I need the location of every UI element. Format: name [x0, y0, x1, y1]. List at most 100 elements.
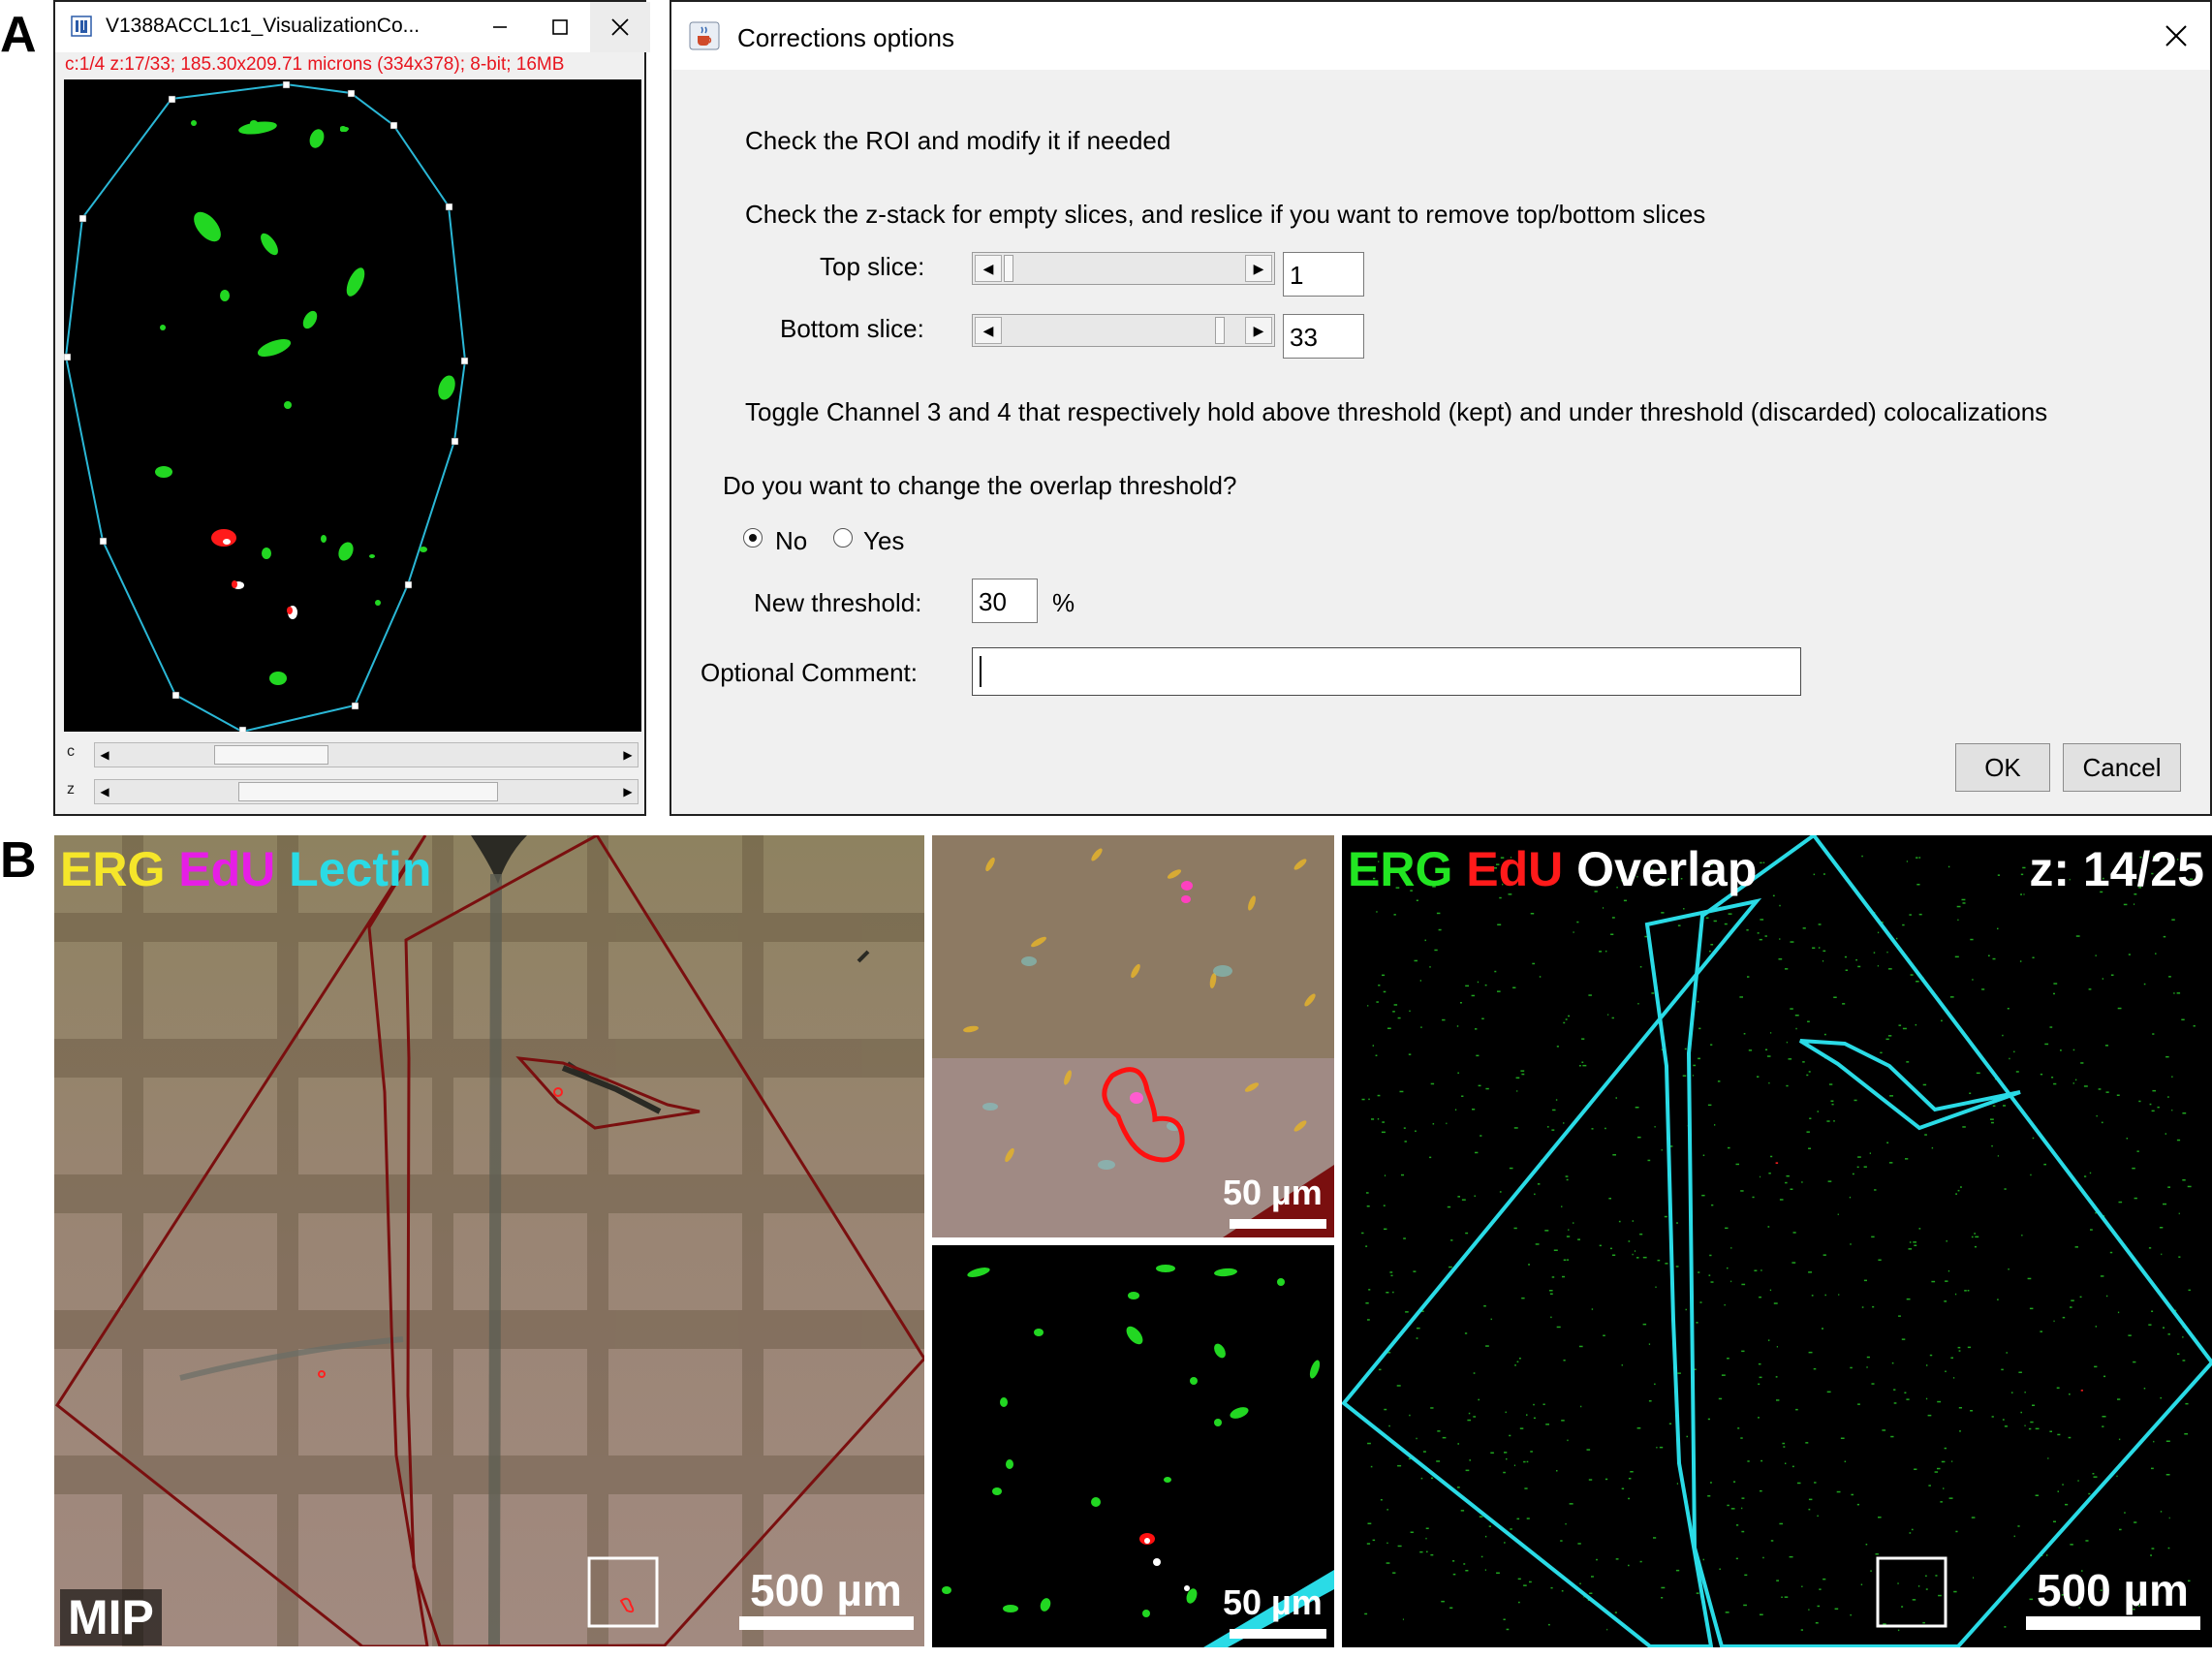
- radio-no[interactable]: [743, 528, 763, 548]
- bottom-slice-field[interactable]: 33: [1283, 314, 1364, 359]
- erg-dot: [2178, 1212, 2180, 1215]
- dialog-close-button[interactable]: [2142, 2, 2210, 70]
- z-slider[interactable]: ◀ ▶: [94, 779, 639, 804]
- erg-dot: [1957, 919, 1959, 922]
- channel-slider[interactable]: ◀ ▶: [94, 742, 639, 767]
- erg-dot: [1441, 1600, 1445, 1603]
- radio-yes[interactable]: [833, 528, 853, 548]
- image-window[interactable]: V1388ACCL1c1_VisualizationCo... c:1/4 z:…: [53, 0, 650, 816]
- mip-scalebar-text: 500 µm: [750, 1565, 902, 1615]
- erg-dot: [1817, 1515, 1819, 1518]
- dialog-titlebar[interactable]: Corrections options: [671, 2, 2210, 70]
- erg-dot: [1724, 923, 1728, 925]
- erg-dot: [1967, 1346, 1971, 1349]
- erg-dot: [1873, 952, 1876, 954]
- top-slice-thumb[interactable]: [1004, 255, 1013, 282]
- zoom-top-scalebar-text: 50 µm: [1223, 1173, 1323, 1212]
- roi-handles[interactable]: [63, 80, 469, 735]
- scroll-left-arrow[interactable]: ◀: [95, 743, 114, 767]
- cancel-button[interactable]: Cancel: [2063, 743, 2181, 792]
- overlap-graphic: [1342, 835, 2212, 1647]
- scroll-left-arrow[interactable]: ◀: [95, 780, 114, 803]
- top-slice-field[interactable]: 1: [1283, 252, 1364, 297]
- erg-dot: [1837, 1213, 1839, 1215]
- erg-dot: [1693, 1064, 1697, 1067]
- erg-dot: [1419, 980, 1421, 982]
- corrections-dialog[interactable]: Corrections options Check the ROI and mo…: [670, 0, 2212, 816]
- erg-dot: [1382, 1121, 1385, 1123]
- image-canvas[interactable]: [63, 79, 641, 735]
- erg-dot: [1386, 1292, 1389, 1294]
- scroll-right-arrow[interactable]: ▶: [618, 743, 638, 767]
- erg-dot: [1834, 1608, 1839, 1610]
- erg-dot: [1452, 1573, 1456, 1576]
- erg-dot: [1790, 1188, 1793, 1190]
- erg-dot: [1438, 928, 1442, 931]
- erg-dot: [1918, 1228, 1921, 1230]
- erg-dot: [1526, 1518, 1530, 1519]
- erg-dot: [2119, 1528, 2122, 1531]
- erg-dot: [1944, 1447, 1947, 1450]
- erg-dot: [2088, 988, 2092, 990]
- erg-dot: [1875, 1553, 1879, 1555]
- erg-dot: [1484, 1535, 1487, 1538]
- erg-dot: [1743, 1604, 1747, 1607]
- bottom-slice-thumb[interactable]: [1215, 317, 1225, 344]
- erg-dot: [1460, 1510, 1465, 1512]
- radio-yes-label[interactable]: Yes: [863, 526, 904, 556]
- erg-dot: [1450, 1239, 1453, 1241]
- ok-button[interactable]: OK: [1955, 743, 2050, 792]
- z-slider-thumb[interactable]: [238, 782, 498, 801]
- erg-dot: [1840, 1437, 1845, 1439]
- erg-dot: [1632, 1220, 1634, 1222]
- erg-dot: [2070, 1306, 2072, 1308]
- erg-dot: [2095, 1326, 2097, 1328]
- roi-polygon[interactable]: [64, 82, 467, 734]
- comment-field[interactable]: [972, 647, 1801, 696]
- erg-dot: [1814, 1482, 1817, 1484]
- erg-dot: [1420, 1477, 1423, 1480]
- close-button[interactable]: [590, 2, 650, 52]
- erg-dot: [1561, 1420, 1565, 1422]
- erg-dot: [1397, 1017, 1401, 1019]
- slider-left-arrow[interactable]: ◀: [975, 255, 1002, 282]
- erg-dot: [1651, 992, 1655, 994]
- erg-dot: [1628, 1497, 1631, 1500]
- erg-dot: [1779, 1199, 1784, 1201]
- erg-dot: [1588, 994, 1592, 996]
- slider-left-arrow[interactable]: ◀: [975, 317, 1002, 344]
- erg-dot: [1404, 1141, 1407, 1143]
- new-threshold-field[interactable]: 30: [972, 579, 1038, 623]
- image-window-titlebar[interactable]: V1388ACCL1c1_VisualizationCo...: [55, 2, 650, 52]
- channel-slider-thumb[interactable]: [213, 745, 328, 765]
- erg-dot: [1735, 1163, 1739, 1166]
- erg-dot: [1925, 1588, 1928, 1590]
- erg-dot: [1623, 899, 1627, 902]
- slider-right-arrow[interactable]: ▶: [1245, 317, 1272, 344]
- erg-dot: [2053, 983, 2058, 985]
- erg-dot: [1392, 1291, 1394, 1294]
- erg-dot: [1869, 1152, 1871, 1154]
- slider-right-arrow[interactable]: ▶: [1245, 255, 1272, 282]
- radio-no-label[interactable]: No: [775, 526, 807, 556]
- minimize-button[interactable]: [470, 2, 530, 52]
- erg-dot: [1654, 1126, 1656, 1128]
- bottom-slice-slider[interactable]: ◀ ▶: [972, 314, 1275, 347]
- erg-dot: [2084, 1175, 2087, 1177]
- maximize-button[interactable]: [530, 2, 590, 52]
- erg-dot: [2023, 893, 2025, 895]
- erg-dot: [1636, 1257, 1639, 1259]
- top-slice-slider[interactable]: ◀ ▶: [972, 252, 1275, 285]
- erg-dot: [1719, 1568, 1721, 1570]
- roi-overlay[interactable]: [63, 79, 641, 735]
- erg-dot: [1610, 1247, 1612, 1250]
- erg-dot: [2134, 1197, 2137, 1200]
- erg-dot: [2007, 1008, 2009, 1010]
- erg-dot: [1914, 1244, 1917, 1246]
- scroll-right-arrow[interactable]: ▶: [618, 780, 638, 803]
- erg-dot: [1953, 1590, 1957, 1593]
- erg-dot: [1948, 1497, 1953, 1499]
- erg-dot: [1760, 1459, 1763, 1462]
- erg-dot: [1916, 857, 1918, 859]
- erg-dot: [1416, 899, 1418, 901]
